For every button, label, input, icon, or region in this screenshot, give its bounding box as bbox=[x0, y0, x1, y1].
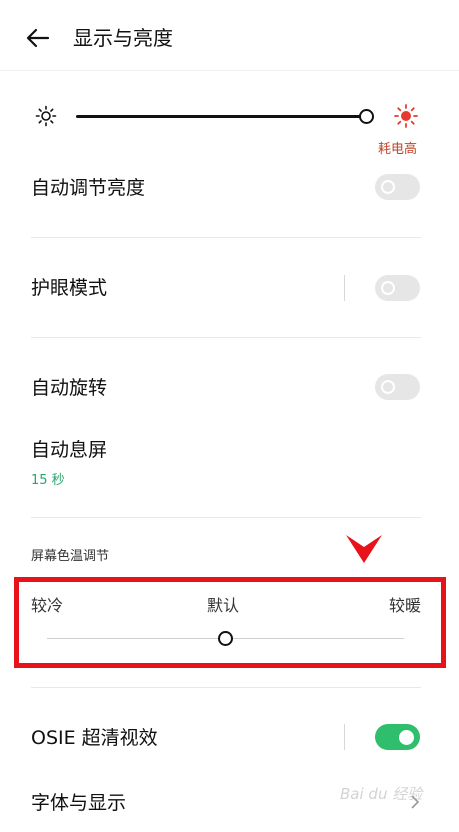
brightness-slider-row: 耗电高 bbox=[0, 96, 459, 157]
page-title: 显示与亮度 bbox=[73, 26, 173, 50]
toggle-knob bbox=[399, 729, 414, 745]
osie-toggle[interactable] bbox=[375, 724, 420, 750]
toggle-knob bbox=[381, 281, 395, 295]
cool-label: 较冷 bbox=[31, 596, 64, 615]
color-temp-section-title: 屏幕色温调节 bbox=[31, 549, 110, 564]
osie-row[interactable]: OSIE 超清视效 bbox=[31, 725, 421, 751]
toggle-knob bbox=[381, 180, 395, 194]
screen-timeout-row[interactable]: 自动息屏 15 秒 bbox=[31, 437, 421, 488]
eye-care-row[interactable]: 护眼模式 bbox=[31, 275, 421, 301]
warm-label: 较暖 bbox=[388, 596, 421, 615]
sun-high-icon bbox=[394, 104, 418, 128]
eye-care-label: 护眼模式 bbox=[31, 277, 108, 299]
toggle-knob bbox=[381, 380, 395, 394]
back-arrow-icon[interactable] bbox=[24, 24, 52, 52]
divider bbox=[31, 337, 421, 338]
eye-care-toggle[interactable] bbox=[375, 275, 420, 301]
auto-rotate-row[interactable]: 自动旋转 bbox=[31, 375, 421, 401]
chevron-right-icon[interactable] bbox=[408, 795, 422, 809]
power-consumption-note: 耗电高 bbox=[378, 142, 418, 157]
screen-timeout-label: 自动息屏 bbox=[31, 439, 108, 461]
brightness-track[interactable] bbox=[76, 115, 366, 118]
divider bbox=[31, 687, 421, 688]
screen-timeout-value: 15 秒 bbox=[31, 473, 65, 488]
default-label: 默认 bbox=[207, 596, 240, 615]
header: 显示与亮度 bbox=[0, 0, 459, 72]
header-divider bbox=[0, 70, 459, 71]
divider bbox=[31, 237, 421, 238]
osie-label: OSIE 超清视效 bbox=[31, 727, 158, 749]
divider bbox=[31, 517, 421, 518]
auto-brightness-toggle[interactable] bbox=[375, 174, 420, 200]
highlight-box-annotation bbox=[14, 577, 446, 668]
auto-brightness-row[interactable]: 自动调节亮度 bbox=[31, 175, 421, 201]
sun-low-icon bbox=[35, 105, 57, 127]
red-arrow-annotation bbox=[346, 535, 382, 563]
auto-rotate-label: 自动旋转 bbox=[31, 377, 108, 399]
auto-rotate-toggle[interactable] bbox=[375, 374, 420, 400]
vertical-separator bbox=[344, 275, 345, 301]
vertical-separator bbox=[344, 724, 345, 750]
auto-brightness-label: 自动调节亮度 bbox=[31, 177, 146, 199]
brightness-thumb[interactable] bbox=[358, 109, 374, 124]
color-temp-thumb[interactable] bbox=[218, 631, 233, 646]
